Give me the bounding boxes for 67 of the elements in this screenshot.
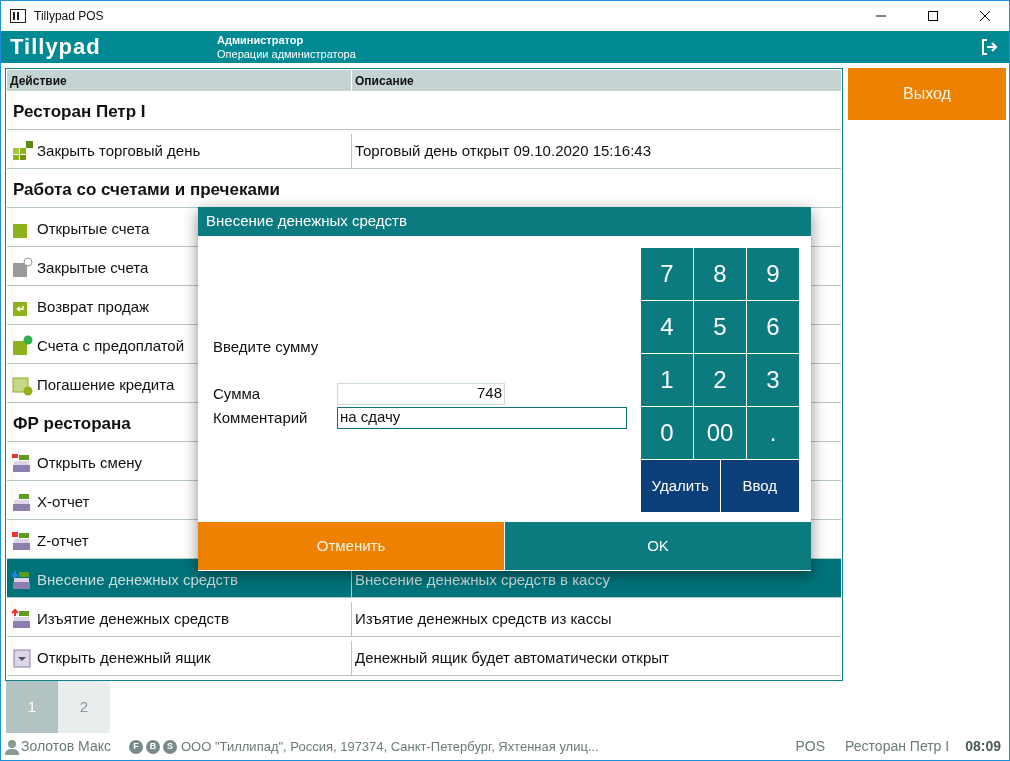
- drawer-icon: [11, 647, 33, 669]
- app-icon: [10, 9, 26, 23]
- clock: 08:09: [965, 737, 1001, 756]
- keypad-key[interactable]: 2: [694, 354, 746, 406]
- keypad-action-button[interactable]: Ввод: [720, 460, 799, 512]
- table-cell-text: Открыть денежный ящик: [37, 647, 211, 668]
- table-cell-text: Изъятие денежных средств из кассы: [355, 608, 612, 629]
- maximize-icon[interactable]: [927, 10, 939, 22]
- page-tab[interactable]: 2: [58, 681, 110, 733]
- checked-square-icon: [11, 257, 33, 279]
- table-cell-text: X-отчет: [37, 491, 90, 512]
- input-field[interactable]: 748: [337, 382, 505, 405]
- table-cell-text: Внесение денежных средств: [37, 569, 238, 590]
- keypad-key[interactable]: 5: [694, 301, 746, 353]
- status-badge: B: [146, 739, 160, 754]
- table-cell-text: Изъятие денежных средств: [37, 608, 229, 629]
- field-label: Комментарий: [213, 407, 309, 428]
- logout-icon[interactable]: [981, 39, 999, 55]
- user-role: Администратор: [217, 33, 305, 47]
- table-cell-text: Возврат продаж: [37, 296, 150, 317]
- user-name: Золотов Макс: [21, 737, 111, 756]
- keypad-key[interactable]: 4: [641, 301, 693, 353]
- group-title: ФР ресторана: [12, 413, 132, 436]
- terminal-name: POS: [795, 737, 826, 756]
- screen-title: Операции администратора: [217, 47, 356, 61]
- printer-icon: [11, 608, 33, 630]
- keypad-key[interactable]: 3: [747, 354, 799, 406]
- keypad-key[interactable]: 0: [641, 407, 693, 459]
- printer-icon: [11, 491, 33, 513]
- group-title: Работа со счетами и пречеками: [12, 179, 281, 202]
- status-badge: F: [129, 739, 143, 754]
- table-cell-text: Счета с предоплатой: [37, 335, 185, 356]
- column-header: Описание: [354, 72, 415, 90]
- table-cell-text: Погашение кредита: [37, 374, 175, 395]
- table-cell-text: Закрытые счета: [37, 257, 149, 278]
- ok-button[interactable]: OK: [505, 522, 811, 570]
- printer-icon: [11, 452, 33, 474]
- table-cell-text: Открыть смену: [37, 452, 142, 473]
- keypad-key[interactable]: 7: [641, 248, 693, 300]
- table-cell-text: Внесение денежных средств в кассу: [355, 569, 610, 590]
- restaurant-name: Ресторан Петр I: [845, 737, 950, 756]
- keypad-key[interactable]: 1: [641, 354, 693, 406]
- status-badge: S: [163, 739, 177, 754]
- close-icon[interactable]: [979, 10, 991, 22]
- table-cell-text: Z-отчет: [37, 530, 89, 551]
- table-cell-text: Торговый день открыт 09.10.2020 15:16:43: [355, 140, 652, 161]
- logo: Tillypad: [10, 36, 102, 58]
- prompt-text: Введите сумму: [213, 337, 320, 357]
- keypad-key[interactable]: 9: [747, 248, 799, 300]
- user-icon: [5, 738, 19, 755]
- printer-icon: [11, 569, 33, 591]
- keypad-key[interactable]: .: [747, 407, 799, 459]
- group-title: Ресторан Петр I: [12, 101, 147, 124]
- window-title: Tillypad POS: [34, 8, 104, 25]
- dialog-title: Внесение денежных средств: [206, 211, 407, 232]
- keypad-action-button[interactable]: Удалить: [641, 460, 720, 512]
- table-cell-text: Открытые счета: [37, 218, 150, 239]
- printer-icon: [11, 530, 33, 552]
- field-label: Сумма: [213, 383, 262, 404]
- keypad-key[interactable]: 8: [694, 248, 746, 300]
- table-cell-text: Закрыть торговый день: [37, 140, 201, 161]
- keypad-key[interactable]: 6: [747, 301, 799, 353]
- input-field[interactable]: на сдачу: [337, 406, 627, 429]
- table-cell-text: Денежный ящик будет автоматически открыт: [355, 647, 669, 668]
- grid-icon: [11, 140, 33, 162]
- organization-text: ООО "Тиллипад", Россия, 197374, Санкт-Петербург, Яхтенная улиц...: [181, 737, 599, 756]
- keypad-key[interactable]: 00: [694, 407, 746, 459]
